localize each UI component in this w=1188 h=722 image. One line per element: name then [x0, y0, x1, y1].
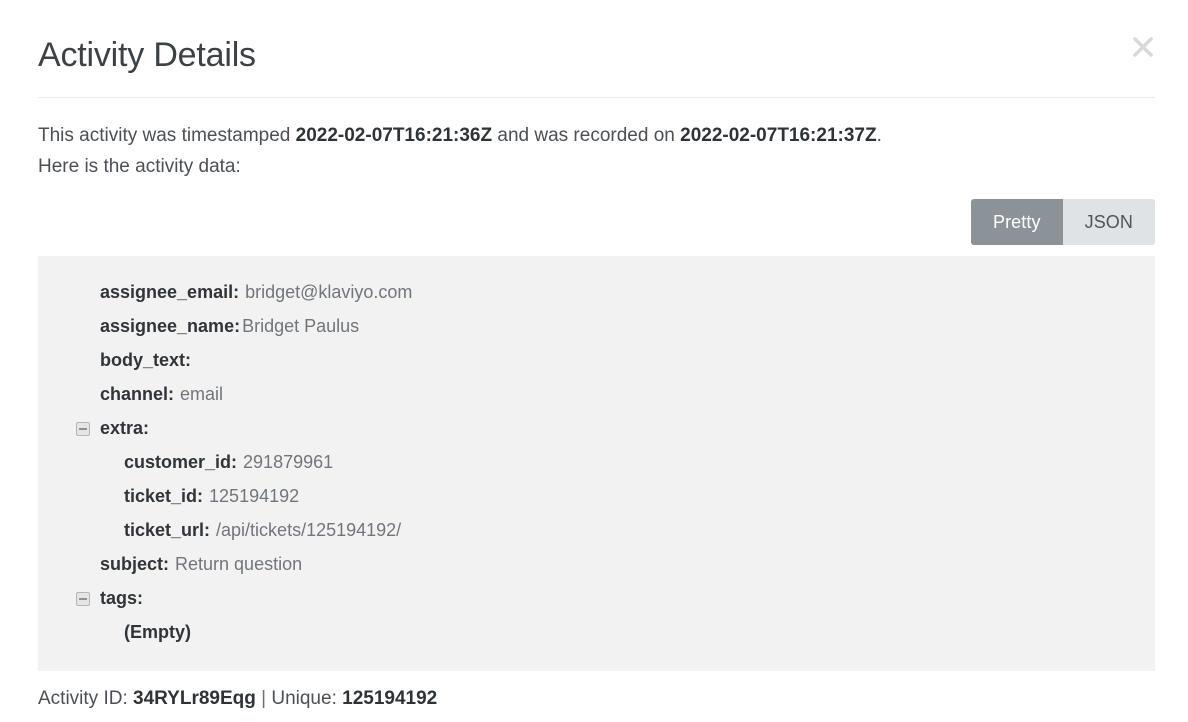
data-value: /api/tickets/125194192/: [216, 520, 402, 540]
activity-id-label: Activity ID:: [38, 688, 128, 709]
header-divider: [38, 97, 1155, 98]
data-key: customer_id:: [124, 452, 238, 472]
view-toggle-row: Pretty JSON: [38, 199, 1155, 245]
intro-middle: and was recorded on: [492, 125, 681, 146]
data-row: subject: Return question: [58, 547, 1135, 581]
data-row: assignee_email: bridget@klaviyo.com: [58, 275, 1135, 309]
empty-placeholder: (Empty): [124, 622, 191, 642]
data-row: ticket_url:/api/tickets/125194192/: [58, 513, 1135, 547]
data-row: customer_id: 291879961: [58, 445, 1135, 479]
close-icon: [1126, 30, 1160, 64]
data-row: ticket_id: 125194192: [58, 479, 1135, 513]
data-value: 291879961: [243, 452, 334, 472]
modal-header: Activity Details: [0, 0, 1188, 98]
data-key: tags:: [100, 588, 144, 608]
unique-value: 125194192: [342, 688, 438, 709]
data-value: bridget@klaviyo.com: [245, 282, 413, 302]
view-toggle-group: Pretty JSON: [970, 199, 1155, 245]
activity-intro-text: This activity was timestamped 2022-02-07…: [38, 98, 1155, 182]
data-row-tags: tags:: [58, 581, 1135, 615]
data-row-empty: (Empty): [58, 615, 1135, 649]
footer-separator: |: [261, 688, 267, 709]
recorded-value: 2022-02-07T16:21:37Z: [680, 125, 877, 146]
data-row-extra: extra:: [58, 411, 1135, 445]
data-value: 125194192: [209, 486, 300, 506]
data-key: ticket_id:: [124, 486, 204, 506]
modal-footer: Activity ID: 34RYLr89Eqg | Unique: 12519…: [0, 671, 1188, 713]
data-key: ticket_url:: [124, 520, 211, 540]
tab-pretty[interactable]: Pretty: [970, 199, 1063, 245]
data-key: extra:: [100, 418, 150, 438]
data-value: Return question: [175, 554, 303, 574]
intro-second-line: Here is the activity data:: [38, 156, 241, 177]
data-value: email: [180, 384, 224, 404]
tab-json[interactable]: JSON: [1062, 199, 1155, 245]
intro-period: .: [876, 125, 882, 146]
collapse-minus-icon[interactable]: [76, 592, 90, 606]
modal-body: This activity was timestamped 2022-02-07…: [0, 98, 1188, 671]
data-value: Bridget Paulus: [242, 316, 360, 336]
data-row: body_text:: [58, 343, 1135, 377]
page-title: Activity Details: [38, 36, 256, 74]
data-key: body_text:: [100, 350, 192, 370]
data-row: channel: email: [58, 377, 1135, 411]
unique-label: Unique:: [271, 688, 337, 709]
activity-details-modal: Activity Details This activity was times…: [0, 0, 1188, 722]
timestamped-value: 2022-02-07T16:21:36Z: [295, 125, 493, 146]
close-button[interactable]: [1126, 30, 1160, 64]
activity-id-value: 34RYLr89Eqg: [133, 688, 256, 709]
data-key: assignee_email:: [100, 282, 240, 302]
activity-data-panel: assignee_email: bridget@klaviyo.com assig…: [38, 256, 1155, 671]
data-key: channel:: [100, 384, 175, 404]
data-row: assignee_name: Bridget Paulus: [58, 309, 1135, 343]
data-key: assignee_name:: [100, 316, 241, 336]
collapse-minus-icon[interactable]: [76, 422, 90, 436]
intro-prefix: This activity was timestamped: [38, 125, 296, 146]
data-key: subject:: [100, 554, 170, 574]
